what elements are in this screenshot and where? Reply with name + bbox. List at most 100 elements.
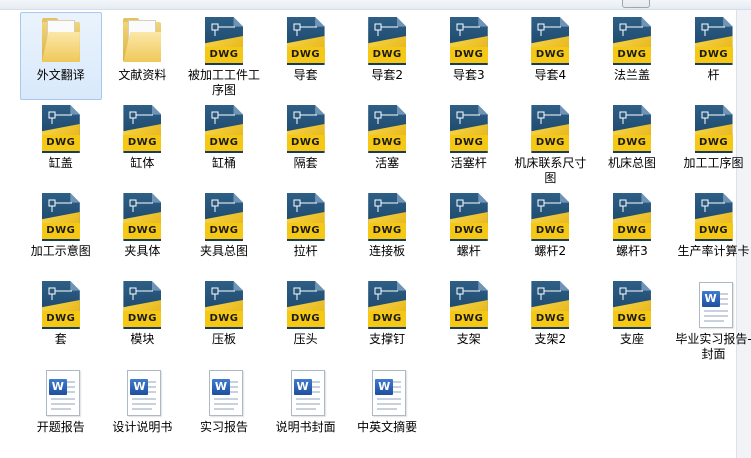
dwg-file-icon: DWG [691,104,737,154]
file-item[interactable]: W 毕业实习报告-封面 [673,276,751,364]
file-item[interactable]: DWG 被加工工件工序图 [183,12,265,100]
toolbar-button[interactable] [622,0,650,8]
file-item[interactable]: DWG 缸盖 [20,100,102,188]
file-item[interactable]: DWG 隔套 [265,100,347,188]
dwg-file-icon: DWG [38,280,84,330]
dwg-file-icon: DWG [609,192,655,242]
dwg-badge: DWG [41,223,80,239]
item-label: 实习报告 [199,420,248,434]
file-item[interactable]: DWG 机床总图 [591,100,673,188]
file-item[interactable]: DWG 支架 [428,276,510,364]
dwg-file-icon: DWG [446,280,492,330]
item-label: 螺杆3 [616,244,648,258]
dwg-badge: DWG [368,135,407,151]
file-item[interactable]: DWG 螺杆3 [591,188,673,276]
item-label: 连接板 [369,244,406,258]
dwg-badge: DWG [41,135,80,151]
dwg-file-icon: DWG [609,16,655,66]
file-item[interactable]: DWG 活塞 [346,100,428,188]
file-item[interactable]: DWG 夹具体 [102,188,184,276]
file-item[interactable]: DWG 法兰盖 [591,12,673,100]
item-label: 机床联系尺寸图 [514,156,587,185]
file-item[interactable]: DWG 活塞杆 [428,100,510,188]
dwg-badge: DWG [694,135,733,151]
file-item[interactable]: DWG 压头 [265,276,347,364]
file-item[interactable]: DWG 支撑钉 [346,276,428,364]
file-item[interactable]: DWG 机床联系尺寸图 [510,100,592,188]
file-item[interactable]: W 开题报告 [20,364,102,452]
file-item[interactable]: DWG 导套3 [428,12,510,100]
file-item[interactable]: DWG 螺杆 [428,188,510,276]
file-item[interactable]: DWG 支架2 [510,276,592,364]
dwg-file-icon: DWG [527,16,573,66]
item-label: 中英文摘要 [357,420,418,434]
dwg-file-icon: DWG [609,104,655,154]
file-item[interactable]: W 实习报告 [183,364,265,452]
item-label: 夹具体 [124,244,161,258]
word-document-icon: W [283,368,329,418]
folder-item[interactable]: 外文翻译 [20,12,102,100]
item-label: 加工示意图 [30,244,91,258]
item-label: 支架2 [534,332,567,346]
dwg-file-icon: DWG [119,280,165,330]
file-item[interactable]: DWG 生产率计算卡 [673,188,751,276]
file-item[interactable]: DWG 导套 [265,12,347,100]
item-label: 文献资料 [118,68,167,82]
dwg-file-icon: DWG [283,104,329,154]
dwg-file-icon: DWG [201,16,247,66]
file-item[interactable]: DWG 夹具总图 [183,188,265,276]
dwg-badge: DWG [449,223,488,239]
file-item[interactable]: W 设计说明书 [102,364,184,452]
file-item[interactable]: DWG 缸桶 [183,100,265,188]
file-item[interactable]: DWG 杆 [673,12,751,100]
file-item[interactable]: DWG 支座 [591,276,673,364]
file-item[interactable]: DWG 加工工序图 [673,100,751,188]
file-item[interactable]: DWG 模块 [102,276,184,364]
item-label: 缸桶 [211,156,236,170]
file-item[interactable]: DWG 导套4 [510,12,592,100]
dwg-badge: DWG [612,135,651,151]
file-item[interactable]: W 说明书封面 [265,364,347,452]
dwg-badge: DWG [368,223,407,239]
item-label: 机床总图 [607,156,656,170]
dwg-badge: DWG [449,311,488,327]
item-label: 被加工工件工序图 [187,68,260,97]
dwg-badge: DWG [286,135,325,151]
item-label: 缸盖 [48,156,73,170]
dwg-file-icon: DWG [364,16,410,66]
file-item[interactable]: DWG 套 [20,276,102,364]
dwg-badge: DWG [286,223,325,239]
item-label: 支撑钉 [369,332,406,346]
file-item[interactable]: DWG 螺杆2 [510,188,592,276]
item-label: 开题报告 [36,420,85,434]
dwg-file-icon: DWG [201,104,247,154]
folder-icon [38,16,84,66]
item-label: 压板 [211,332,236,346]
item-label: 隔套 [293,156,318,170]
dwg-file-icon: DWG [283,16,329,66]
file-item[interactable]: DWG 连接板 [346,188,428,276]
word-document-icon: W [38,368,84,418]
item-label: 夹具总图 [199,244,248,258]
item-label: 导套 [293,68,318,82]
dwg-badge: DWG [123,135,162,151]
item-label: 说明书封面 [275,420,336,434]
item-label: 支架 [456,332,481,346]
file-item[interactable]: DWG 缸体 [102,100,184,188]
file-item[interactable]: DWG 加工示意图 [20,188,102,276]
dwg-file-icon: DWG [446,192,492,242]
item-label: 外文翻译 [36,68,85,82]
dwg-badge: DWG [449,47,488,63]
dwg-file-icon: DWG [119,104,165,154]
file-item[interactable]: DWG 压板 [183,276,265,364]
word-badge: W [211,379,230,395]
dwg-file-icon: DWG [201,192,247,242]
word-badge: W [48,379,67,395]
dwg-file-icon: DWG [283,192,329,242]
file-item[interactable]: DWG 拉杆 [265,188,347,276]
item-label: 拉杆 [293,244,318,258]
file-item[interactable]: DWG 导套2 [346,12,428,100]
file-item[interactable]: W 中英文摘要 [346,364,428,452]
folder-item[interactable]: 文献资料 [102,12,184,100]
dwg-file-icon: DWG [364,104,410,154]
